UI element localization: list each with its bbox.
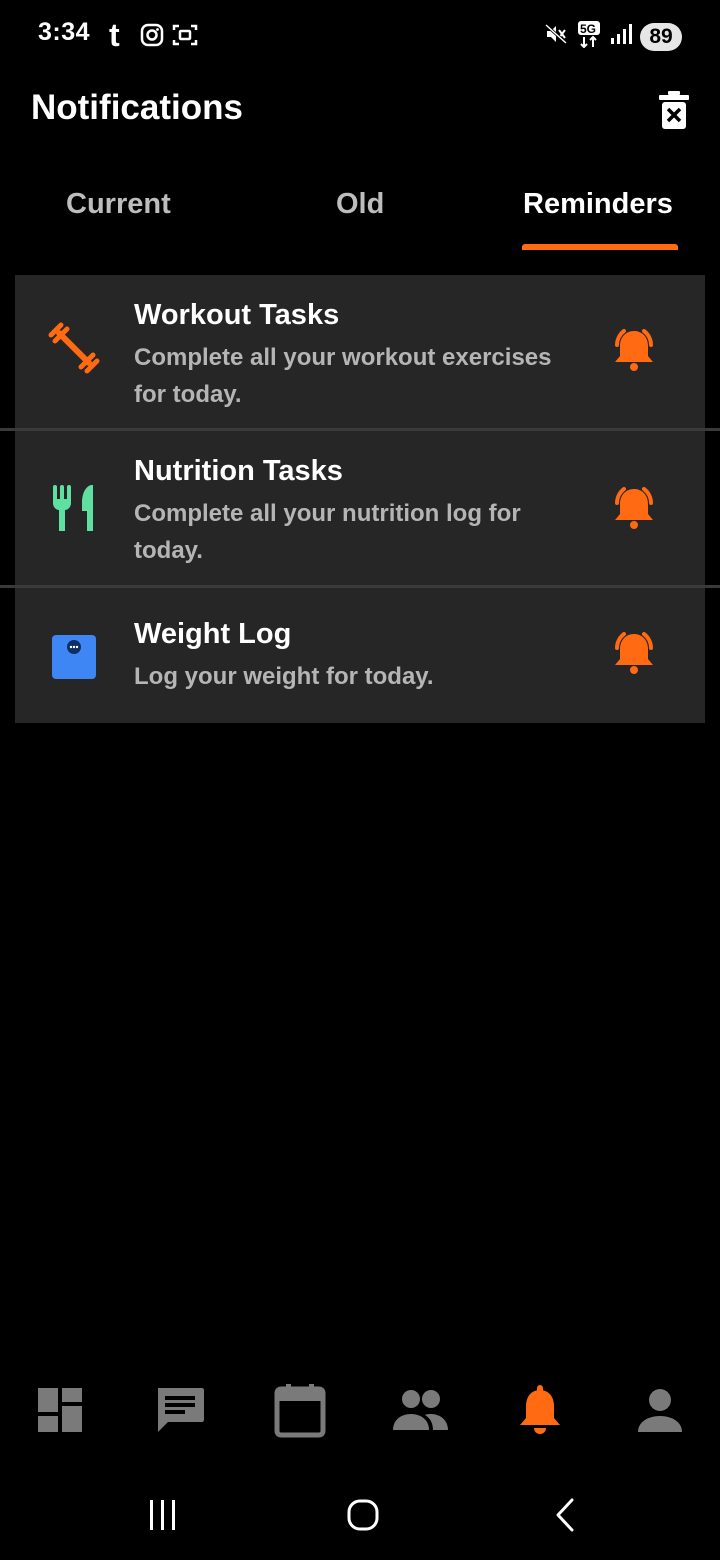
5g-icon: 5G xyxy=(576,20,602,53)
screenshot-icon xyxy=(172,23,198,52)
delete-icon xyxy=(659,91,689,129)
reminder-weight-log[interactable]: Weight Log Log your weight for today. xyxy=(15,588,705,723)
nav-chat[interactable] xyxy=(150,1380,210,1440)
home-button[interactable] xyxy=(338,1490,388,1540)
bell-ring-icon xyxy=(615,329,653,371)
fork-knife-icon xyxy=(47,481,101,535)
reminder-workout-tasks[interactable]: Workout Tasks Complete all your workout … xyxy=(15,275,705,428)
bell-ring-icon xyxy=(615,632,653,674)
nav-dashboard[interactable] xyxy=(30,1380,90,1440)
app-header: Notifications xyxy=(0,70,720,150)
status-bar: 3:34 t 5G 89 xyxy=(0,0,720,70)
tab-reminders[interactable]: Reminders xyxy=(523,188,673,221)
back-button[interactable] xyxy=(540,1490,590,1540)
nav-notifications[interactable] xyxy=(510,1380,570,1440)
mute-icon xyxy=(544,22,568,51)
delete-all-button[interactable] xyxy=(658,90,690,130)
reminder-list: Workout Tasks Complete all your workout … xyxy=(0,275,720,723)
recents-button[interactable] xyxy=(138,1490,188,1540)
system-navigation xyxy=(0,1470,720,1560)
home-icon xyxy=(347,1499,379,1531)
nav-profile[interactable] xyxy=(630,1380,690,1440)
reminder-bell-button[interactable] xyxy=(608,628,660,680)
notification-tabs: Current Old Reminders xyxy=(0,160,720,252)
back-icon xyxy=(556,1498,574,1532)
recents-icon xyxy=(150,1500,175,1530)
nav-community[interactable] xyxy=(390,1380,450,1440)
scale-icon xyxy=(47,630,101,684)
signal-icon xyxy=(610,22,632,51)
reminder-title: Workout Tasks xyxy=(134,299,340,331)
battery-indicator: 89 xyxy=(640,22,682,51)
profile-icon xyxy=(638,1389,682,1432)
dumbbell-icon xyxy=(47,321,101,375)
page-title: Notifications xyxy=(31,88,243,127)
reminder-nutrition-tasks[interactable]: Nutrition Tasks Complete all your nutrit… xyxy=(15,431,705,585)
reminder-bell-button[interactable] xyxy=(608,483,660,535)
chat-icon xyxy=(158,1388,204,1432)
svg-text:t: t xyxy=(109,20,120,50)
tab-old[interactable]: Old xyxy=(336,188,384,221)
active-tab-indicator xyxy=(522,244,678,250)
tumblr-icon: t xyxy=(106,17,132,55)
bell-ring-icon xyxy=(615,487,653,529)
svg-text:5G: 5G xyxy=(580,22,596,36)
instagram-icon xyxy=(140,23,164,52)
reminder-title: Nutrition Tasks xyxy=(134,455,343,487)
reminder-bell-button[interactable] xyxy=(608,325,660,377)
tab-current[interactable]: Current xyxy=(66,188,171,221)
reminder-description: Complete all your nutrition log for toda… xyxy=(134,500,521,564)
bottom-navigation xyxy=(0,1370,720,1460)
dashboard-icon xyxy=(38,1388,82,1432)
people-icon xyxy=(393,1390,448,1430)
reminder-title: Weight Log xyxy=(134,618,292,650)
bell-icon xyxy=(520,1385,560,1434)
status-time: 3:34 xyxy=(38,18,91,46)
reminder-description: Log your weight for today. xyxy=(134,663,434,690)
nav-calendar[interactable] xyxy=(270,1380,330,1440)
calendar-icon xyxy=(274,1384,326,1438)
reminder-description: Complete all your workout exercises for … xyxy=(134,344,552,408)
